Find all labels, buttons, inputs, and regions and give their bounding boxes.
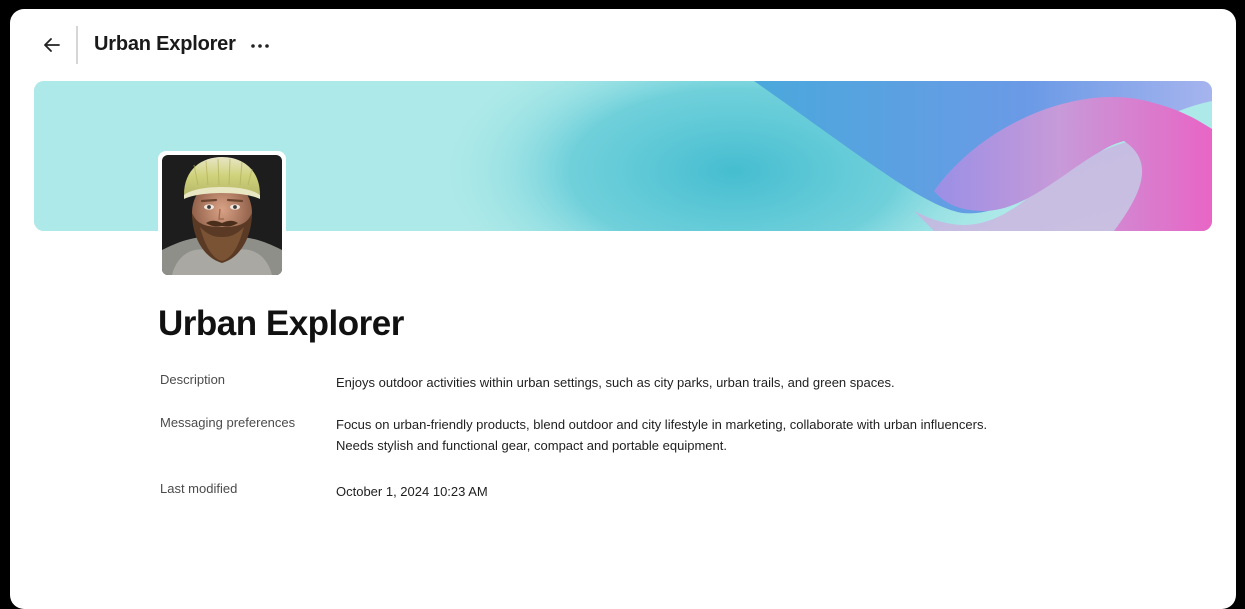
avatar-image xyxy=(162,155,282,275)
detail-row-messaging: Messaging preferences Focus on urban-fri… xyxy=(160,414,1160,456)
more-actions-button[interactable] xyxy=(248,36,272,56)
page-header: Urban Explorer xyxy=(10,9,1236,81)
messaging-line-2: Needs stylish and functional gear, compa… xyxy=(336,438,727,453)
description-label: Description xyxy=(160,372,226,387)
detail-row-description: Description Enjoys outdoor activities wi… xyxy=(160,371,1160,393)
persona-detail-window: Urban Explorer Urban Explorer Descriptio… xyxy=(10,9,1236,609)
page-title: Urban Explorer xyxy=(94,33,236,55)
messaging-preferences-value: Focus on urban-friendly products, blend … xyxy=(336,414,987,456)
description-value: Enjoys outdoor activities within urban s… xyxy=(336,375,895,390)
messaging-preferences-label: Messaging preferences xyxy=(160,415,296,430)
persona-name: Urban Explorer xyxy=(158,304,404,343)
header-divider xyxy=(76,26,78,64)
avatar xyxy=(158,151,286,279)
ellipsis-icon xyxy=(251,44,269,48)
last-modified-value: October 1, 2024 10:23 AM xyxy=(336,484,488,499)
back-button[interactable] xyxy=(38,33,66,57)
detail-row-last-modified: Last modified October 1, 2024 10:23 AM xyxy=(160,480,1160,502)
messaging-line-1: Focus on urban-friendly products, blend … xyxy=(336,417,988,432)
arrow-left-icon xyxy=(44,38,60,52)
last-modified-label: Last modified xyxy=(160,481,238,496)
persona-details: Description Enjoys outdoor activities wi… xyxy=(160,371,1160,502)
